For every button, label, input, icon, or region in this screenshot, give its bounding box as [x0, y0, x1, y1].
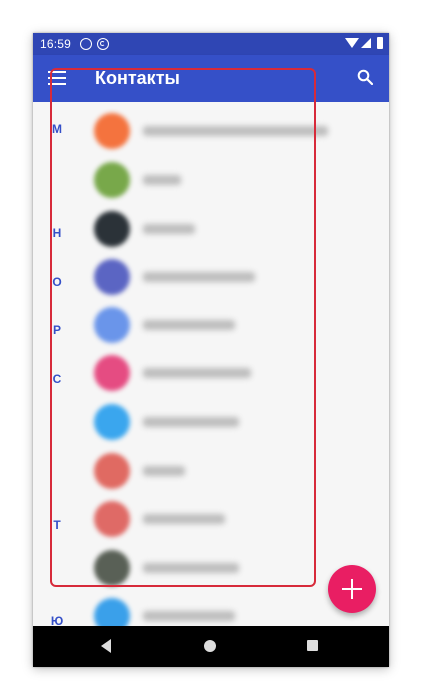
home-icon[interactable] — [204, 640, 216, 652]
back-icon[interactable] — [101, 639, 111, 653]
navigation-bar — [33, 626, 389, 667]
add-contact-button[interactable] — [328, 565, 376, 613]
battery-icon — [377, 37, 383, 49]
notification-icon — [80, 38, 92, 50]
status-bar: 16:59 — [33, 33, 389, 55]
signal-icon — [361, 38, 371, 48]
sync-icon — [97, 38, 109, 50]
search-icon[interactable] — [357, 69, 373, 85]
wifi-icon — [345, 38, 359, 48]
highlight-frame — [50, 68, 316, 587]
recents-icon[interactable] — [307, 640, 318, 651]
contact-name-blurred — [143, 611, 235, 621]
status-time: 16:59 — [40, 37, 72, 51]
